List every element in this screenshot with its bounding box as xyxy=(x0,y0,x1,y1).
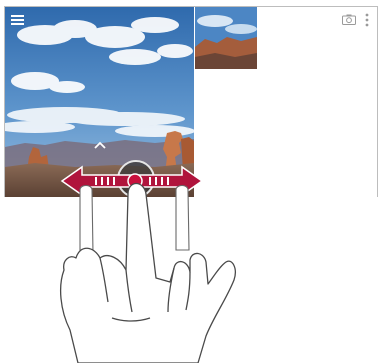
camera-icon[interactable] xyxy=(342,14,356,25)
camera-viewfinder[interactable] xyxy=(5,7,194,197)
gallery-thumbnail[interactable] xyxy=(195,7,257,69)
gesture-illustration xyxy=(0,0,380,363)
viewfinder-scene xyxy=(5,7,194,197)
thumbnail-image xyxy=(195,7,257,69)
overflow-menu-icon[interactable] xyxy=(364,13,370,27)
hamburger-menu-icon[interactable] xyxy=(11,15,24,25)
phone-screen xyxy=(4,6,378,197)
